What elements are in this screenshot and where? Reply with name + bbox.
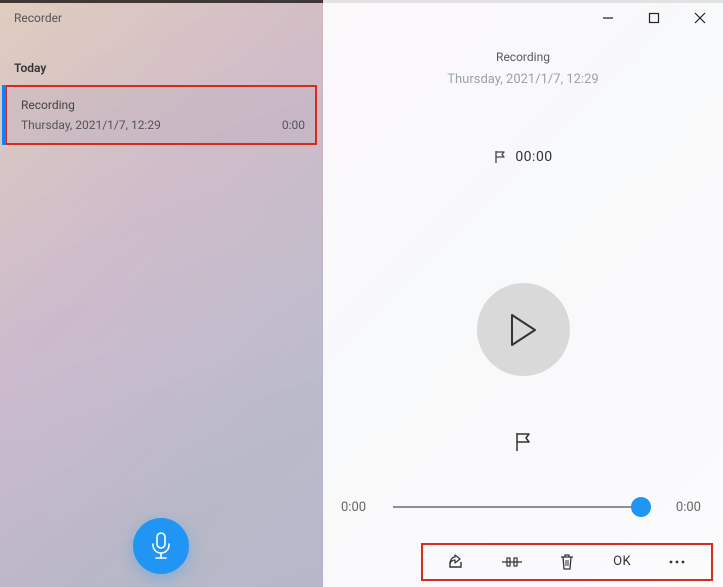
play-icon bbox=[508, 313, 538, 347]
close-button[interactable] bbox=[677, 0, 723, 36]
maximize-icon bbox=[648, 12, 660, 24]
app-title: Recorder bbox=[0, 0, 322, 25]
scrubber-line bbox=[393, 506, 649, 508]
recording-item-duration: 0:00 bbox=[282, 118, 305, 132]
playback-scrubber: 0:00 0:00 bbox=[323, 497, 723, 517]
toolbar-inner: OK bbox=[421, 543, 713, 581]
sidebar: Recorder Today Recording Thursday, 2021/… bbox=[0, 0, 323, 587]
detail-date: Thursday, 2021/1/7, 12:29 bbox=[447, 72, 598, 87]
recording-item-title: Recording bbox=[21, 98, 305, 112]
scrub-time-start: 0:00 bbox=[341, 500, 375, 515]
share-icon bbox=[448, 554, 466, 570]
scrubber-track[interactable] bbox=[393, 497, 649, 517]
play-button[interactable] bbox=[477, 283, 570, 376]
trash-icon bbox=[560, 554, 574, 570]
flag-icon bbox=[493, 150, 507, 164]
detail-toolbar: OK bbox=[323, 540, 723, 587]
minimize-button[interactable] bbox=[585, 0, 631, 36]
microphone-icon bbox=[150, 532, 172, 560]
scrub-time-end: 0:00 bbox=[667, 500, 701, 515]
minimize-icon bbox=[602, 12, 614, 24]
delete-button[interactable] bbox=[545, 546, 589, 578]
detail-panel: Recording Thursday, 2021/1/7, 12:29 00:0… bbox=[323, 0, 723, 587]
maximize-button[interactable] bbox=[631, 0, 677, 36]
add-marker-button[interactable] bbox=[508, 426, 538, 462]
share-button[interactable] bbox=[435, 546, 479, 578]
trim-icon bbox=[502, 555, 522, 569]
window-controls bbox=[585, 0, 723, 36]
marker-time-display: 00:00 bbox=[493, 149, 552, 165]
scrubber-thumb[interactable] bbox=[631, 497, 651, 517]
recording-item-date: Thursday, 2021/1/7, 12:29 bbox=[21, 118, 161, 132]
detail-title: Recording bbox=[496, 50, 550, 64]
section-label-today: Today bbox=[0, 25, 322, 85]
more-button[interactable] bbox=[655, 546, 699, 578]
flag-outline-icon bbox=[514, 432, 532, 452]
recording-list-item[interactable]: Recording Thursday, 2021/1/7, 12:29 0:00 bbox=[5, 85, 317, 145]
marker-time-value: 00:00 bbox=[515, 149, 552, 165]
record-button[interactable] bbox=[133, 518, 189, 574]
ok-button[interactable]: OK bbox=[600, 546, 644, 578]
close-icon bbox=[694, 12, 706, 24]
more-icon bbox=[668, 559, 686, 565]
trim-button[interactable] bbox=[490, 546, 534, 578]
app-window: Recorder Today Recording Thursday, 2021/… bbox=[0, 0, 723, 587]
